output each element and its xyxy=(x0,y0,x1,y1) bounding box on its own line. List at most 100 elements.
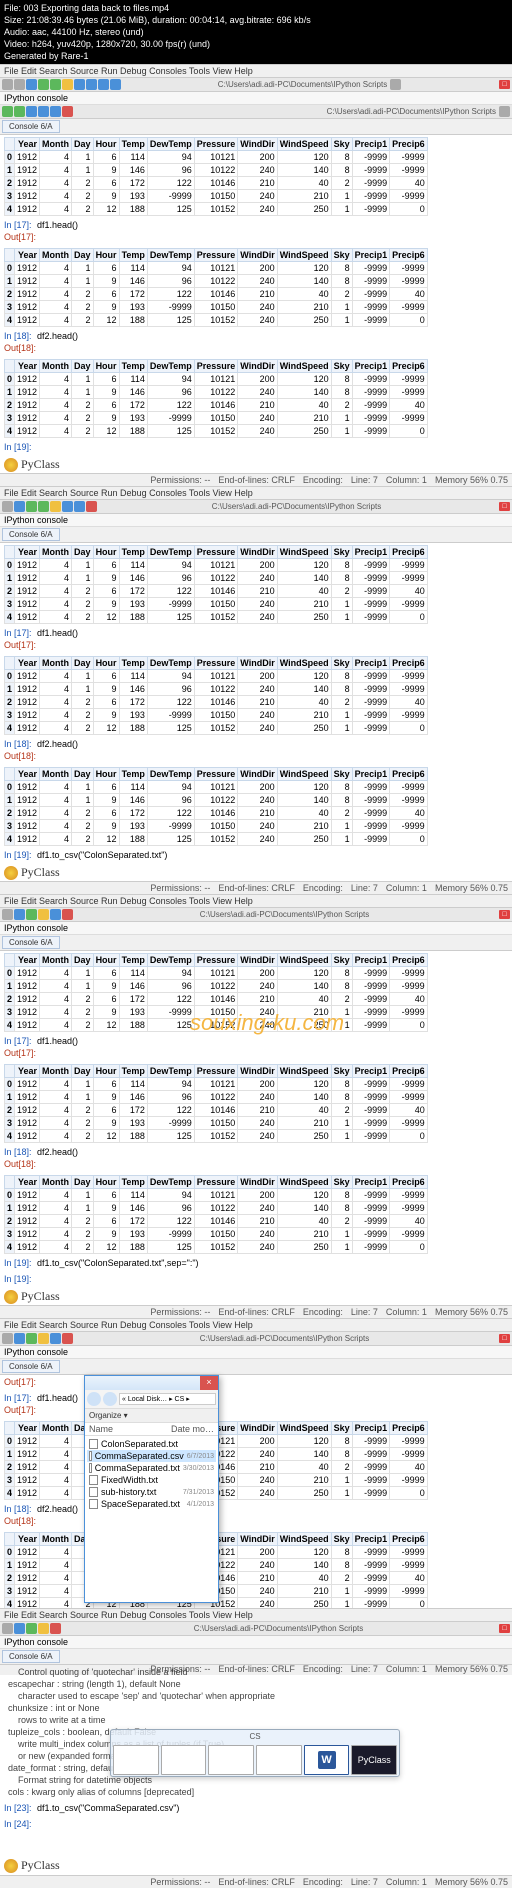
out-label: Out[18]: xyxy=(4,343,36,353)
row-idx: 0 xyxy=(5,1078,15,1091)
col-date[interactable]: Date mo… xyxy=(171,1424,214,1434)
file-item[interactable]: FixedWidth.txt xyxy=(87,1474,216,1486)
menu-bar[interactable]: File Edit Search Source Run Debug Consol… xyxy=(0,1609,512,1622)
address-bar[interactable]: « Local Disk… ▸ CS ▸ xyxy=(119,1393,216,1405)
row-idx: 3 xyxy=(5,1228,15,1241)
file-item[interactable]: sub-history.txt7/31/2013 xyxy=(87,1486,216,1498)
save-icon[interactable] xyxy=(14,909,25,920)
file-item[interactable]: SpaceSeparated.txt4/1/2013 xyxy=(87,1498,216,1510)
maximize-icon[interactable]: □ xyxy=(499,1334,510,1343)
menu-bar[interactable]: File Edit Search Source Run Debug Consol… xyxy=(0,895,512,908)
file-icon[interactable] xyxy=(2,1623,13,1634)
run-icon[interactable] xyxy=(26,1623,37,1634)
step-icon[interactable] xyxy=(62,501,73,512)
step-icon[interactable] xyxy=(50,909,61,920)
step-over-icon[interactable] xyxy=(86,79,97,90)
cell: 1 xyxy=(72,1202,94,1215)
preview-thumb-pyclass[interactable]: PyClass xyxy=(351,1745,397,1775)
console-tab[interactable]: Console 6/A xyxy=(2,1360,60,1373)
step-icon[interactable] xyxy=(26,106,37,117)
stop-icon[interactable] xyxy=(86,501,97,512)
save-icon[interactable] xyxy=(14,1623,25,1634)
close-icon[interactable]: × xyxy=(200,1376,218,1390)
cell: 210 xyxy=(277,190,331,203)
debug-icon[interactable] xyxy=(62,79,73,90)
debug-icon[interactable] xyxy=(50,501,61,512)
forward-icon[interactable] xyxy=(103,1392,117,1406)
col-header: Month xyxy=(40,1533,72,1546)
stop-icon[interactable] xyxy=(110,79,121,90)
stop-icon[interactable] xyxy=(62,1333,73,1344)
preview-thumb-2[interactable] xyxy=(161,1745,207,1775)
run-icon[interactable] xyxy=(26,1333,37,1344)
step-over-icon[interactable] xyxy=(74,501,85,512)
preview-thumb-1[interactable] xyxy=(113,1745,159,1775)
stop-icon[interactable] xyxy=(62,909,73,920)
menu-bar[interactable]: File Edit Search Source Run Debug Consol… xyxy=(0,1319,512,1332)
console-tab[interactable]: Console 6/A xyxy=(2,120,60,133)
cell: 2 xyxy=(72,820,94,833)
taskbar-preview[interactable]: CS W PyClass xyxy=(110,1729,400,1777)
step-out-icon[interactable] xyxy=(98,79,109,90)
cell: 210 xyxy=(238,1461,277,1474)
preview-thumb-word[interactable]: W xyxy=(304,1745,350,1775)
preview-thumb-4[interactable] xyxy=(256,1745,302,1775)
maximize-icon[interactable]: □ xyxy=(499,910,510,919)
run-config-icon[interactable] xyxy=(14,106,25,117)
cell: 1 xyxy=(72,164,94,177)
organize-button[interactable]: Organize ▾ xyxy=(85,1409,218,1423)
file-item[interactable]: CommaSeparated.csv6/7/2013 xyxy=(87,1450,216,1462)
file-item[interactable]: CommaSeparated.txt3/30/2013 xyxy=(87,1462,216,1474)
maximize-icon[interactable]: □ xyxy=(499,80,510,89)
file-icon[interactable] xyxy=(2,79,13,90)
cell: 4 xyxy=(40,1006,72,1019)
cell: 2 xyxy=(72,177,94,190)
cell: 6 xyxy=(93,399,119,412)
cell: 6 xyxy=(93,696,119,709)
cell: 0 xyxy=(390,314,428,327)
row-idx: 0 xyxy=(5,670,15,683)
step-icon[interactable] xyxy=(50,1333,61,1344)
menu-bar[interactable]: File Edit Search Source Run Debug Consol… xyxy=(0,487,512,500)
preview-thumb-3[interactable] xyxy=(208,1745,254,1775)
maximize-icon[interactable]: □ xyxy=(499,1624,510,1633)
cell: 1912 xyxy=(15,1117,40,1130)
save-icon[interactable] xyxy=(14,501,25,512)
stop-icon[interactable] xyxy=(50,1623,61,1634)
file-icon[interactable] xyxy=(2,501,13,512)
stop-icon[interactable] xyxy=(62,106,73,117)
run-cell-icon[interactable] xyxy=(50,79,61,90)
dropdown-icon[interactable] xyxy=(499,106,510,117)
debug-icon[interactable] xyxy=(38,1623,49,1634)
run-icon[interactable] xyxy=(38,79,49,90)
run-cell-icon[interactable] xyxy=(38,501,49,512)
col-header: WindDir xyxy=(238,1533,277,1546)
step-icon[interactable] xyxy=(74,79,85,90)
pyclass-logo: PyClass xyxy=(0,1288,512,1305)
open-icon[interactable] xyxy=(14,79,25,90)
file-item[interactable]: ColonSeparated.txt xyxy=(87,1438,216,1450)
back-icon[interactable] xyxy=(87,1392,101,1406)
file-icon[interactable] xyxy=(2,909,13,920)
continue-icon[interactable] xyxy=(38,106,49,117)
console-tab[interactable]: Console 6/A xyxy=(2,936,60,949)
debug-icon[interactable] xyxy=(38,1333,49,1344)
console-tab[interactable]: Console 6/A xyxy=(2,1650,60,1663)
maximize-icon[interactable]: □ xyxy=(499,502,510,511)
debug-icon[interactable] xyxy=(38,909,49,920)
col-name[interactable]: Name xyxy=(89,1424,171,1434)
console-tab[interactable]: Console 6/A xyxy=(2,528,60,541)
run-icon[interactable] xyxy=(26,909,37,920)
cell: 10121 xyxy=(194,670,238,683)
save-icon[interactable] xyxy=(26,79,37,90)
menu-bar[interactable]: File Edit Search Source Run Debug Consol… xyxy=(0,65,512,78)
run-icon[interactable] xyxy=(2,106,13,117)
file-explorer-window[interactable]: × « Local Disk… ▸ CS ▸ Organize ▾ NameDa… xyxy=(84,1375,219,1603)
folder-icon[interactable] xyxy=(390,79,401,90)
step-over-icon[interactable] xyxy=(50,106,61,117)
run-icon[interactable] xyxy=(26,501,37,512)
cell: 1 xyxy=(331,709,352,722)
save-icon[interactable] xyxy=(14,1333,25,1344)
cell: 10122 xyxy=(194,386,238,399)
file-icon[interactable] xyxy=(2,1333,13,1344)
